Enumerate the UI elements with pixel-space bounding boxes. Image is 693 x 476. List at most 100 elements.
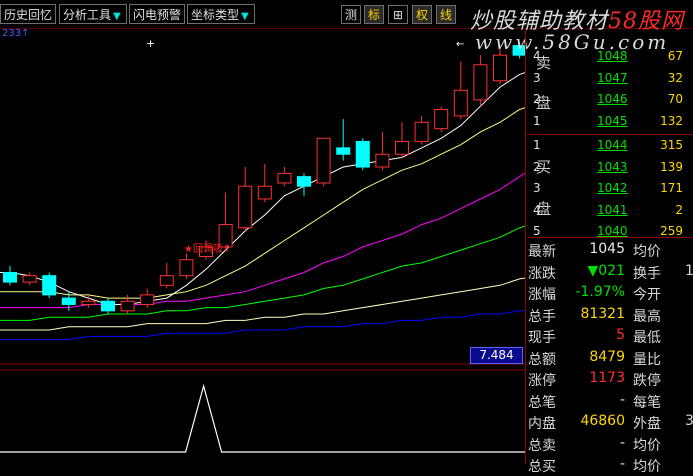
sell-level[interactable]: 2 1046 70 xyxy=(527,90,693,110)
quote-label: 现手 xyxy=(528,330,556,346)
quote-label-2: 每笔 xyxy=(633,394,661,411)
quote-row: 总手 81321 最高 xyxy=(527,304,693,325)
level-price: 1040 xyxy=(597,224,628,238)
quote-value: -1.97% xyxy=(575,284,625,300)
candle-body xyxy=(434,109,449,130)
line-button[interactable]: 线 xyxy=(436,5,456,24)
quote-value: ▼021 xyxy=(587,262,626,279)
level-price: 1044 xyxy=(597,138,628,152)
quote-value: - xyxy=(619,456,625,472)
quote-row: 涨幅 -1.97% 今开 xyxy=(527,282,693,303)
candle xyxy=(3,266,17,286)
chevron-down-icon: ▼ xyxy=(241,11,249,22)
buy-level[interactable]: 2 1043 139 xyxy=(527,158,693,178)
level-number: 1 xyxy=(533,138,541,152)
buy-label-bottom: 盘 xyxy=(536,200,552,218)
quote-label-2: 最高 xyxy=(633,308,661,325)
quote-label-2: 最低 xyxy=(633,330,661,346)
candle xyxy=(159,262,174,289)
mark-button[interactable]: 标 xyxy=(364,5,384,24)
level-volume: 171 xyxy=(660,181,683,195)
quote-value: 81321 xyxy=(580,305,625,322)
buy-level[interactable]: 4 1041 2 xyxy=(527,201,693,221)
candle-body xyxy=(297,176,311,187)
candle xyxy=(42,272,57,299)
quote-row: 最新 1045 均价 xyxy=(527,239,693,260)
candle-body xyxy=(179,259,194,277)
quote-value: 8479 xyxy=(589,348,625,365)
level-price: 1046 xyxy=(597,92,628,106)
candle xyxy=(257,163,272,203)
level-price: 1048 xyxy=(597,49,628,63)
candle-body xyxy=(81,300,96,305)
indicator-line xyxy=(0,383,525,453)
measure-button[interactable]: 测 xyxy=(341,5,361,24)
ma60-line xyxy=(0,277,525,331)
level-volume: 259 xyxy=(660,224,683,238)
quote-label: 内盘 xyxy=(528,416,556,432)
quote-label-2: 量比 xyxy=(633,351,661,368)
kline-chart[interactable]: + ← xyxy=(0,28,525,464)
level-price: 1047 xyxy=(597,70,628,85)
candle-body xyxy=(473,64,488,101)
buy-level[interactable]: 1 1044 315 xyxy=(527,136,693,156)
grid-button[interactable]: ⊞ xyxy=(388,5,408,24)
sell-buy-divider xyxy=(527,134,693,135)
candle-body xyxy=(42,275,57,296)
history-recall-button[interactable]: 历史回忆 xyxy=(0,4,56,24)
level-number: 5 xyxy=(533,224,541,238)
candle-body xyxy=(395,140,409,155)
quote-label: 最新 xyxy=(528,244,556,260)
quote-label-2: 换手 xyxy=(633,265,661,282)
axis-type-button[interactable]: 坐标类型 ▼ xyxy=(187,4,255,24)
quote-value: 1173 xyxy=(589,370,625,386)
candle xyxy=(453,61,468,120)
candle-body xyxy=(61,297,76,305)
sell-level[interactable]: 1 1045 132 xyxy=(527,112,693,132)
candle xyxy=(355,138,370,171)
level-number: 1 xyxy=(533,113,541,128)
candle-body xyxy=(316,137,331,184)
candle xyxy=(375,131,390,171)
candle-body xyxy=(453,89,468,117)
ma20-line xyxy=(0,172,525,309)
candle xyxy=(336,119,351,161)
candle xyxy=(434,106,449,132)
level-volume: 32 xyxy=(667,70,683,85)
quote-value: - xyxy=(619,391,625,408)
chevron-down-icon: ▼ xyxy=(113,11,121,22)
quote-label-2: 均价 xyxy=(633,244,661,260)
level-volume: 2 xyxy=(675,202,683,217)
candle xyxy=(22,272,37,286)
candle xyxy=(473,55,488,107)
candle xyxy=(140,288,155,308)
candle xyxy=(101,298,115,315)
ma120-line xyxy=(0,310,525,341)
quote-label: 总额 xyxy=(528,351,556,368)
rights-button[interactable]: 权 xyxy=(412,5,432,24)
candle xyxy=(277,167,292,187)
quote-label: 涨跌 xyxy=(528,265,556,282)
quote-row: 现手 5 最低 xyxy=(527,325,693,346)
quote-label-2: 今开 xyxy=(633,287,661,303)
cursor-crosshair-icon: + xyxy=(146,37,155,50)
quote-label: 总买 xyxy=(528,459,556,475)
quote-label-2: 均价 xyxy=(633,459,661,475)
quote-value: 1045 xyxy=(589,241,625,257)
buy-level[interactable]: 3 1042 171 xyxy=(527,179,693,199)
sell-level[interactable]: 4 1048 67 xyxy=(527,47,693,67)
quote-value-2: 1 xyxy=(685,262,693,279)
level-price: 1045 xyxy=(597,113,628,128)
high-marker-icon: ← xyxy=(456,39,464,50)
level-volume: 132 xyxy=(660,113,683,128)
candle-body xyxy=(22,275,37,283)
quote-label: 涨幅 xyxy=(528,287,556,303)
analysis-tools-button[interactable]: 分析工具 ▼ xyxy=(59,4,127,24)
level-volume: 70 xyxy=(667,92,683,106)
flash-alert-button[interactable]: 闪电预警 xyxy=(129,4,185,24)
sell-level[interactable]: 3 1047 32 xyxy=(527,69,693,89)
candle xyxy=(316,137,331,187)
sell-label-top: 卖 xyxy=(536,54,552,72)
chart-code-label: 233↑ xyxy=(2,28,30,39)
buy-label-top: 买 xyxy=(536,158,552,176)
